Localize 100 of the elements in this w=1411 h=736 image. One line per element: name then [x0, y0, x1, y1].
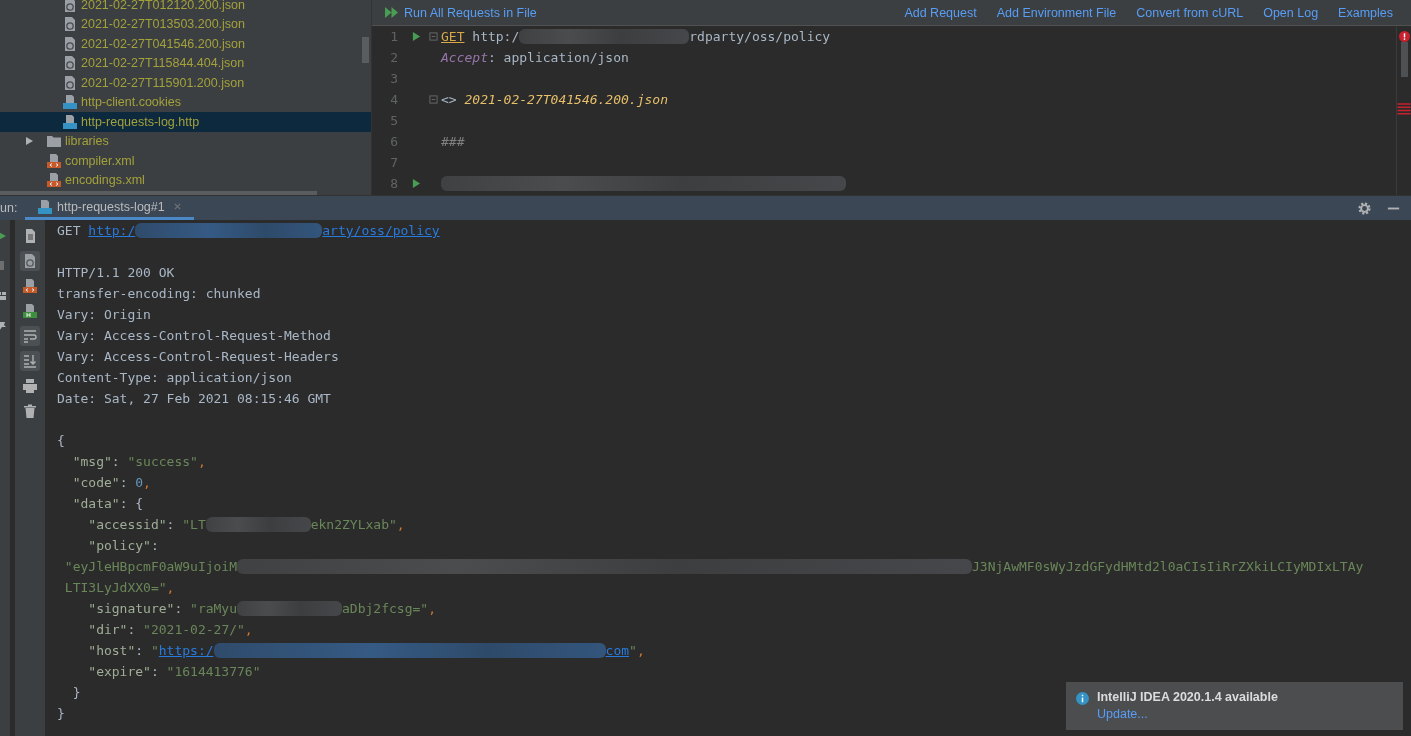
output-text: "code": [71, 475, 120, 490]
code-text: 2021-02-27T041546.200.json: [464, 92, 668, 107]
tree-item[interactable]: 2021-02-27T013503.200.json: [0, 14, 371, 34]
output-text: LTI3LyJdXX0=": [63, 580, 167, 595]
toolbar-link[interactable]: Examples: [1338, 5, 1393, 20]
tree-item[interactable]: 2021-02-27T041546.200.json: [0, 34, 371, 54]
output-text: Content-Type: application/json: [57, 370, 292, 385]
output-text: }: [71, 685, 81, 700]
response-file-button[interactable]: [20, 251, 40, 271]
json-file-icon: [62, 35, 78, 52]
url-link[interactable]: arty/oss/policy: [322, 223, 440, 238]
toolbar-link[interactable]: Open Log: [1263, 5, 1319, 20]
output-text: : {: [119, 496, 144, 511]
line-number: 6: [389, 134, 398, 149]
url-link[interactable]: https:/: [158, 643, 214, 658]
output-text: "LT: [182, 517, 206, 532]
output-text: ekn2ZYLxab": [310, 517, 397, 532]
output-text: ": [150, 643, 159, 658]
output-text: {: [57, 433, 65, 448]
toolbar-link[interactable]: Add Environment File: [996, 5, 1117, 20]
tree-item[interactable]: 2021-02-27T115901.200.json: [0, 73, 371, 93]
xml-file-icon: [46, 172, 62, 189]
api-file-icon: [62, 113, 78, 130]
output-text: ,: [197, 454, 206, 469]
output-text: }: [57, 706, 65, 721]
output-text: transfer-encoding: chunked: [57, 286, 261, 301]
file-name: 2021-02-27T115901.200.json: [81, 75, 245, 90]
url-link[interactable]: com: [605, 643, 630, 658]
output-text: ,: [166, 580, 175, 595]
json-file-icon: [62, 55, 78, 72]
update-link[interactable]: Update...: [1097, 707, 1148, 721]
output-text: ,: [143, 475, 151, 490]
pin-icon[interactable]: [0, 320, 9, 332]
output-text: :: [174, 601, 184, 616]
json-file-icon: [62, 16, 78, 33]
soft-wrap-button[interactable]: [20, 326, 40, 346]
output-text: "1614413776": [166, 664, 261, 679]
url-link[interactable]: http:/: [88, 223, 136, 238]
tree-item[interactable]: http-client.cookies: [0, 92, 371, 112]
output-text: "signature": [87, 601, 175, 616]
output-text: :: [119, 475, 129, 490]
wrap-icon: [22, 328, 38, 344]
file-name: http-client.cookies: [81, 95, 182, 110]
line-number: 2: [389, 50, 398, 65]
api-file-icon: [37, 198, 53, 215]
file-name: 2021-02-27T041546.200.json: [81, 36, 246, 51]
code-text: http:/: [471, 29, 520, 44]
xml-file-icon: [46, 152, 62, 169]
scrollbar[interactable]: [362, 37, 369, 63]
trash-icon[interactable]: [22, 403, 38, 419]
tree-item[interactable]: encodings.xml: [0, 170, 371, 190]
html-file-icon[interactable]: [22, 303, 38, 319]
output-text: :: [166, 517, 176, 532]
toolbar-link[interactable]: Add Request: [904, 5, 977, 20]
scroll-down-icon: [22, 353, 38, 369]
line-number: 1: [389, 29, 398, 44]
tree-item[interactable]: 2021-02-27T115844.404.json: [0, 53, 371, 73]
tree-item[interactable]: 2021-02-27T012120.200.json: [0, 0, 371, 15]
error-icon: [1399, 31, 1410, 42]
line-number: 7: [389, 155, 398, 170]
run-label: un:: [0, 201, 19, 215]
code-text: <>: [441, 92, 458, 107]
file-name: 2021-02-27T012120.200.json: [81, 0, 246, 12]
xml-file-icon[interactable]: [22, 278, 38, 294]
output-text: :: [150, 538, 159, 553]
output-text: "eyJleHBpcmF0aW9uIjoiM: [63, 559, 237, 574]
run-all-link[interactable]: Run All Requests in File: [384, 5, 537, 20]
toolbar-link[interactable]: Convert from cURL: [1136, 5, 1244, 20]
line-number: 4: [389, 92, 398, 107]
tree-item[interactable]: http-requests-log.http: [0, 112, 371, 132]
file-name: encodings.xml: [65, 173, 145, 188]
output-text: Vary: Origin: [57, 307, 151, 322]
error-markers-icon: [1397, 103, 1411, 116]
output-text: "raMyu: [190, 601, 238, 616]
file-name: 2021-02-27T013503.200.json: [81, 17, 246, 32]
run-icon[interactable]: [411, 31, 421, 42]
settings-icon[interactable]: [1357, 200, 1372, 216]
fold-icon[interactable]: [429, 32, 438, 41]
notification-title: IntelliJ IDEA 2020.1.4 available: [1097, 690, 1278, 704]
output-text: "data": [71, 496, 120, 511]
output-text: "policy": [87, 538, 151, 553]
tree-item[interactable]: libraries: [0, 131, 371, 151]
fold-icon[interactable]: [429, 95, 438, 104]
output-text: ,: [636, 643, 645, 658]
layout-icon[interactable]: [0, 290, 9, 302]
tree-item[interactable]: compiler.xml: [0, 151, 371, 171]
file-name: http-requests-log.http: [81, 114, 200, 129]
output-text: ,: [396, 517, 405, 532]
run-icon[interactable]: [411, 178, 421, 189]
output-text: "host": [87, 643, 136, 658]
scrollbar[interactable]: [1401, 42, 1408, 77]
output-text: "msg": [71, 454, 112, 469]
output-text: Date: Sat, 27 Feb 2021 08:15:46 GMT: [57, 391, 331, 406]
run-tab[interactable]: http-requests-log#1: [25, 196, 194, 220]
print-icon[interactable]: [22, 378, 38, 394]
output-text: Vary: Access-Control-Request-Headers: [57, 349, 339, 364]
output-text: "expire": [87, 664, 151, 679]
scroll-to-end-button[interactable]: [20, 351, 40, 371]
code-text: rdparty/oss/policy: [689, 29, 831, 44]
expand-arrow-icon[interactable]: [24, 136, 34, 147]
